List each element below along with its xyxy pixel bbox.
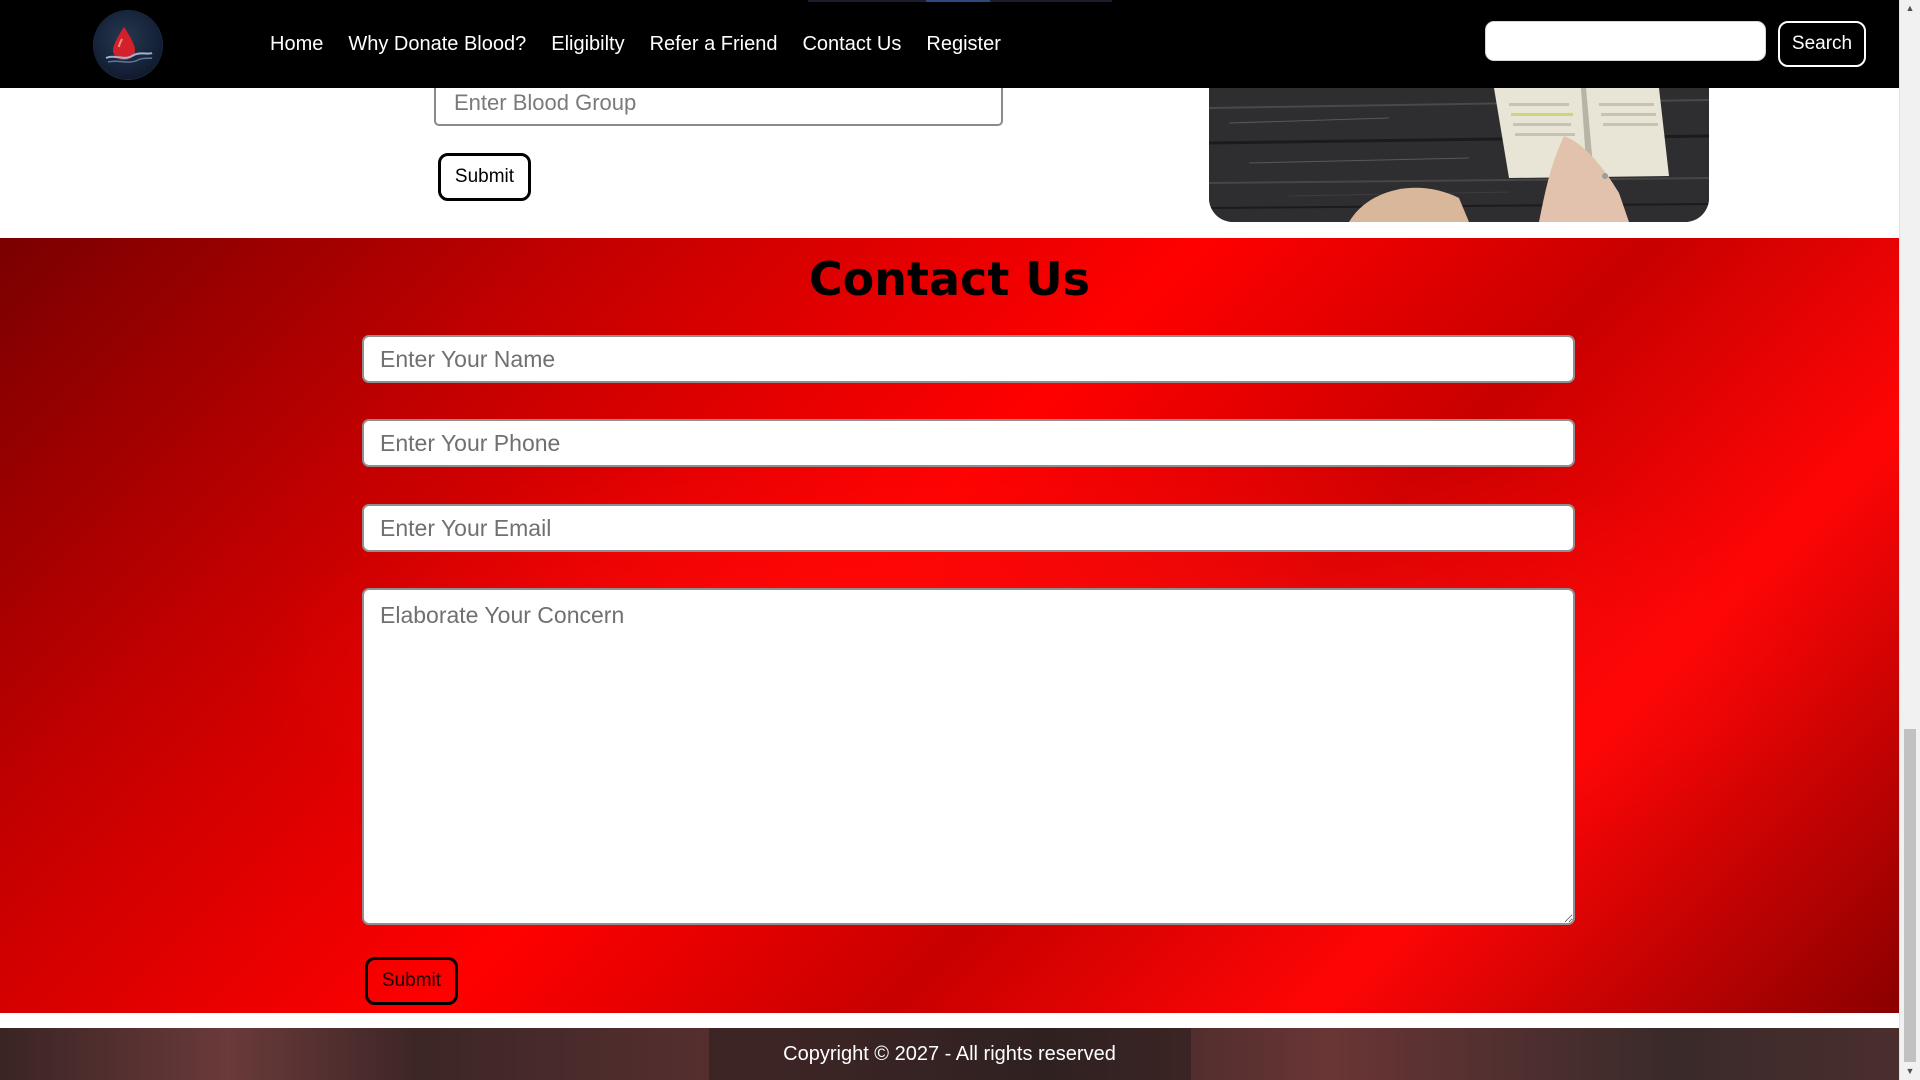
viewport: Submit (0, 0, 1899, 1080)
contact-section: Contact Us Submit (0, 238, 1899, 1013)
copyright-text: Copyright © 2027 - All rights reserved (783, 1043, 1116, 1065)
blood-drop-logo-icon[interactable] (94, 11, 162, 79)
email-field[interactable] (362, 504, 1575, 552)
nav-link-contact-us[interactable]: Contact Us (802, 33, 901, 56)
search-button[interactable]: Search (1778, 21, 1866, 67)
nav-link-home[interactable]: Home (270, 33, 323, 56)
name-field[interactable] (362, 335, 1575, 383)
contact-submit-button[interactable]: Submit (365, 957, 458, 1005)
reading-photo (1209, 88, 1709, 222)
nav-links: Home Why Donate Blood? Eligibilty Refer … (270, 0, 1001, 88)
reading-photo-illustration (1209, 88, 1709, 222)
footer: Copyright © 2027 - All rights reserved (0, 1028, 1899, 1080)
scrollbar-thumb[interactable] (1904, 729, 1916, 1062)
contact-title: Contact Us (808, 252, 1091, 306)
phone-field[interactable] (362, 419, 1575, 467)
page: Submit (0, 0, 1920, 1080)
nav-link-refer-a-friend[interactable]: Refer a Friend (650, 33, 778, 56)
concern-textarea[interactable] (362, 588, 1575, 925)
search-input[interactable] (1485, 21, 1766, 61)
footer-gap (0, 1013, 1899, 1028)
register-submit-button[interactable]: Submit (438, 153, 531, 201)
vertical-scrollbar[interactable]: ▲ ▼ (1899, 0, 1920, 1080)
register-section: Submit (0, 80, 1899, 238)
navbar: Home Why Donate Blood? Eligibilty Refer … (0, 0, 1899, 88)
scroll-down-arrow-icon[interactable]: ▼ (1900, 1063, 1920, 1080)
scroll-up-arrow-icon[interactable]: ▲ (1900, 0, 1920, 17)
nav-link-why-donate-blood[interactable]: Why Donate Blood? (348, 33, 526, 56)
nav-link-register[interactable]: Register (926, 33, 1000, 56)
nav-link-eligibility[interactable]: Eligibilty (551, 33, 624, 56)
